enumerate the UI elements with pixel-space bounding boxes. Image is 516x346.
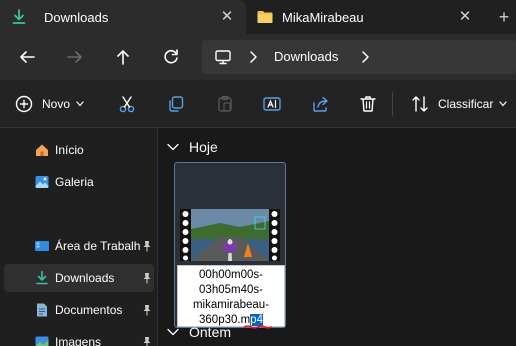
sort-button[interactable]: Classificar [410,94,507,114]
rename-icon[interactable] [262,94,282,114]
copy-icon[interactable] [166,94,186,114]
tab-label: MikaMirabeau [282,10,364,25]
desktop-icon [35,241,49,251]
file-item-video[interactable]: 00h00m00s- 03h05m40s- mikamirabeau- 360p… [174,162,286,329]
tab-label: Downloads [44,10,109,25]
chevron-down-icon [76,101,84,107]
chevron-right-icon[interactable] [360,50,370,64]
download-icon [12,9,26,24]
tab-strip: Downloads ✕ MikaMirabeau ✕ + [0,0,516,34]
video-thumbnail [180,209,280,261]
file-name-line: 03h05m40s- [199,284,263,296]
sidebar-item-label: Imagens [55,335,102,346]
pin-icon[interactable] [142,336,152,346]
sidebar-item-label: Galeria [55,175,94,189]
paste-icon[interactable] [215,94,235,114]
command-bar: Novo Classificar [0,80,516,128]
navigation-pane: Início Galeria Área de Trabalho Download… [0,128,158,346]
chevron-down-icon[interactable] [167,143,179,151]
file-list: Hoje 00h00m00s- 03h05m40s- mikamirabeau-… [159,128,516,346]
address-bar[interactable]: Downloads [202,40,516,74]
pin-icon[interactable] [142,304,152,316]
pin-icon[interactable] [142,272,152,284]
download-icon [36,270,48,285]
pin-icon[interactable] [142,240,152,252]
file-name-line: 00h00m00s- [199,269,263,281]
spellcheck-underline [244,325,272,329]
sidebar-item-pictures[interactable]: Imagens [4,328,154,346]
this-pc-icon[interactable] [214,48,232,66]
tab-downloads[interactable]: Downloads ✕ [0,0,246,34]
new-tab-icon[interactable]: + [494,7,514,27]
share-icon[interactable] [311,94,331,114]
cut-icon[interactable] [117,94,137,114]
group-header-yesterday[interactable]: Ontem [167,322,231,342]
forward-arrow-icon[interactable] [64,46,86,68]
pictures-icon [35,336,49,346]
group-label: Ontem [189,324,232,340]
sort-icon [412,96,428,112]
new-button[interactable]: Novo [14,94,84,114]
group-label: Hoje [189,139,218,155]
close-tab-icon[interactable]: ✕ [456,8,474,26]
delete-icon[interactable] [358,94,378,114]
sidebar-item-label: Área de Trabalho [55,239,141,253]
sidebar-item-label: Início [55,143,84,157]
documents-icon [37,303,47,317]
rename-text-field[interactable]: 00h00m00s- 03h05m40s- mikamirabeau- 360p… [177,265,285,329]
close-tab-icon[interactable]: ✕ [218,8,236,26]
toolbar-divider [392,92,393,116]
sort-button-label: Classificar [438,97,494,111]
sidebar-item-home[interactable]: Início [4,136,154,164]
sidebar-item-label: Documentos [55,303,123,317]
file-explorer-window: Downloads ✕ MikaMirabeau ✕ + Downloads N… [0,0,516,346]
file-name-line: mikamirabeau- [192,299,270,311]
file-name-text: 00h00m00s- 03h05m40s- mikamirabeau- 360p… [178,268,284,328]
sidebar-item-gallery[interactable]: Galeria [4,168,154,196]
chevron-down-icon [499,101,507,107]
breadcrumb-downloads[interactable]: Downloads [274,49,338,64]
sidebar-item-documents[interactable]: Documentos [4,296,154,324]
back-arrow-icon[interactable] [16,46,38,68]
navigation-bar: Downloads [0,34,516,80]
home-icon [36,144,48,156]
group-header-today[interactable]: Hoje [167,137,218,157]
folder-icon [257,11,273,23]
tab-mikamirabeau[interactable]: MikaMirabeau ✕ [246,0,486,34]
sidebar-item-desktop[interactable]: Área de Trabalho [4,232,154,260]
sidebar-item-label: Downloads [55,271,115,285]
chevron-right-icon[interactable] [248,50,258,64]
up-arrow-icon[interactable] [112,46,134,68]
plus-circle-icon [15,95,33,113]
refresh-icon[interactable] [160,46,182,68]
gallery-icon [35,176,49,188]
chevron-down-icon[interactable] [167,328,179,336]
sidebar-item-downloads[interactable]: Downloads [4,264,154,292]
new-button-label: Novo [42,97,71,111]
